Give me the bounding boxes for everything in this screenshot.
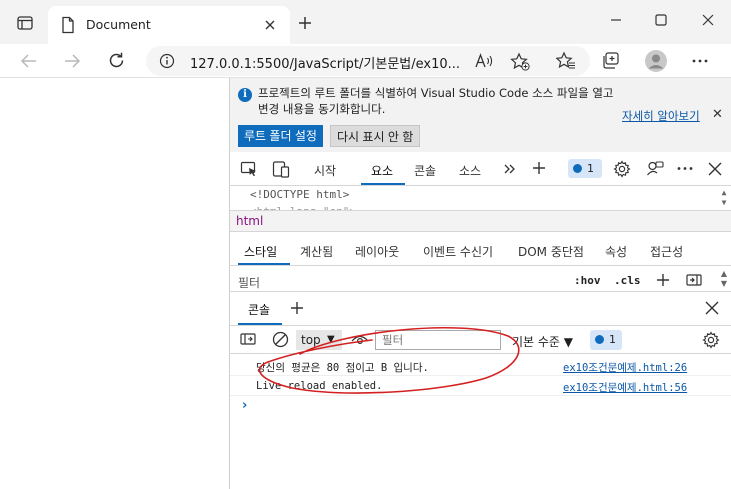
url-text: 127.0.0.1:5500/JavaScript/기본문법/ex10... — [190, 57, 461, 72]
dont-show-again-button[interactable]: 다시 표시 안 함 — [330, 125, 421, 147]
info-icon: i — [238, 88, 252, 102]
console-message: 당신의 평균은 80 점이고 B 입니다. ex10조건문예제.html:26 — [230, 356, 731, 376]
tab-properties[interactable]: 속성 — [605, 243, 627, 260]
close-tab-icon[interactable] — [264, 19, 276, 31]
console-source-link[interactable]: ex10조건문예제.html:26 — [563, 360, 687, 375]
more-tools-icon[interactable] — [677, 166, 693, 171]
devtools-panel: i 프로젝트의 루트 폴더를 식별하여 Visual Studio Code 소… — [229, 78, 731, 489]
page-viewport — [0, 78, 229, 489]
browser-tab[interactable]: Document — [48, 6, 290, 44]
console-message-text: Live reload enabled. — [256, 380, 383, 392]
add-favorite-icon[interactable] — [510, 52, 530, 71]
tab-event-listeners[interactable]: 이벤트 수신기 — [423, 243, 493, 260]
drawer-active-indicator — [238, 323, 282, 325]
close-infobar-icon[interactable]: ✕ — [712, 107, 723, 122]
more-options-icon[interactable] — [692, 58, 708, 64]
styles-scrollbar[interactable]: ▲ ▼ — [719, 269, 729, 291]
close-devtools-icon[interactable] — [708, 162, 722, 176]
more-tabs-icon[interactable] — [504, 164, 516, 174]
profile-avatar-icon[interactable] — [644, 49, 668, 73]
minimize-icon[interactable] — [606, 10, 626, 30]
breadcrumb-bar: html — [230, 210, 731, 232]
close-drawer-icon[interactable] — [705, 301, 719, 315]
tab-accessibility[interactable]: 접근성 — [650, 243, 683, 260]
tab-welcome[interactable]: 시작 — [314, 162, 336, 179]
collections-icon[interactable] — [601, 51, 621, 70]
tab-styles[interactable]: 스타일 — [244, 243, 277, 260]
browser-tab-bar: Document — [0, 0, 731, 44]
message-icon — [595, 335, 604, 344]
device-emulation-icon[interactable] — [272, 160, 290, 178]
styles-filter-input[interactable]: 필터 — [238, 274, 260, 291]
context-selector[interactable]: top ▼ — [296, 330, 342, 350]
chevron-down-icon: ▼ — [327, 334, 335, 345]
address-bar[interactable]: 127.0.0.1:5500/JavaScript/기본문법/ex10... — [146, 46, 590, 76]
console-prompt[interactable]: › — [242, 398, 247, 413]
tab-computed[interactable]: 계산됨 — [300, 243, 333, 260]
drawer-tab-console[interactable]: 콘솔 — [248, 301, 270, 318]
message-icon — [573, 164, 582, 173]
add-drawer-tool-icon[interactable] — [290, 301, 304, 315]
add-tool-icon[interactable] — [532, 161, 546, 175]
live-expression-eye-icon[interactable] — [350, 333, 370, 347]
hover-state-toggle[interactable]: :hov — [574, 274, 601, 287]
active-tab-indicator — [361, 183, 405, 185]
breadcrumb[interactable]: html — [236, 214, 263, 228]
new-tab-icon[interactable] — [298, 16, 312, 30]
favorites-icon[interactable] — [556, 51, 576, 70]
forward-icon[interactable] — [63, 53, 81, 69]
info-bar: i 프로젝트의 루트 폴더를 식별하여 Visual Studio Code 소… — [230, 78, 731, 152]
back-icon[interactable] — [20, 53, 38, 69]
close-window-icon[interactable] — [698, 10, 718, 30]
set-root-folder-button[interactable]: 루트 폴더 설정 — [238, 125, 323, 147]
info-message: 프로젝트의 루트 폴더를 식별하여 Visual Studio Code 소스 … — [258, 86, 614, 116]
active-style-tab-indicator — [238, 263, 290, 265]
tab-dom-breakpoints[interactable]: DOM 중단점 — [518, 243, 584, 260]
styles-filter-bar: 필터 :hov .cls ▲ ▼ — [230, 266, 731, 292]
styles-tab-bar: 스타일 계산됨 레이아웃 이벤트 수신기 DOM 중단점 속성 접근성 — [230, 232, 731, 266]
console-issues-badge[interactable]: 1 — [590, 330, 622, 350]
dom-scrollbar[interactable]: ▲ ▼ — [719, 188, 729, 210]
class-toggle[interactable]: .cls — [614, 274, 641, 287]
console-messages: 당신의 평균은 80 점이고 B 입니다. ex10조건문예제.html:26 … — [230, 354, 731, 489]
address-toolbar: 127.0.0.1:5500/JavaScript/기본문법/ex10... — [0, 44, 731, 78]
document-icon — [62, 16, 74, 34]
console-source-link[interactable]: ex10조건문예제.html:56 — [563, 380, 687, 395]
dom-node-doctype[interactable]: <!DOCTYPE html> — [250, 188, 349, 201]
console-message-text: 당신의 평균은 80 점이고 B 입니다. — [256, 362, 429, 374]
console-filter-input[interactable] — [375, 330, 501, 350]
issues-badge[interactable]: 1 — [568, 159, 602, 178]
feedback-icon[interactable] — [646, 160, 664, 178]
site-info-icon[interactable] — [159, 53, 175, 69]
refresh-icon[interactable] — [107, 51, 126, 70]
console-message: Live reload enabled. ex10조건문예제.html:56 — [230, 376, 731, 396]
console-toolbar: top ▼ 기본 수준 ▼ 1 — [230, 326, 731, 354]
tab-actions-icon[interactable] — [16, 14, 34, 32]
tab-console[interactable]: 콘솔 — [414, 162, 436, 179]
console-sidebar-icon[interactable] — [240, 333, 256, 345]
new-style-rule-icon[interactable] — [656, 273, 670, 287]
inspect-element-icon[interactable] — [240, 161, 258, 177]
drawer-tab-bar: 콘솔 — [230, 292, 731, 326]
tab-sources[interactable]: 소스 — [459, 162, 481, 179]
tab-title: Document — [86, 17, 151, 32]
dom-tree[interactable]: <!DOCTYPE html> <html lang="en"> ▲▼ — [230, 186, 731, 210]
log-level-selector[interactable]: 기본 수준 ▼ — [512, 333, 573, 350]
read-aloud-icon[interactable] — [474, 53, 494, 69]
console-settings-gear-icon[interactable] — [702, 331, 720, 349]
tab-layout[interactable]: 레이아웃 — [355, 243, 399, 260]
clear-console-icon[interactable] — [272, 331, 289, 348]
tab-elements[interactable]: 요소 — [371, 162, 393, 179]
toggle-sidebar-icon[interactable] — [686, 274, 702, 286]
settings-gear-icon[interactable] — [613, 160, 631, 178]
devtools-tab-bar: 시작 요소 콘솔 소스 1 — [230, 152, 731, 186]
maximize-icon[interactable] — [651, 10, 671, 30]
learn-more-link[interactable]: 자세히 알아보기 — [622, 108, 700, 124]
